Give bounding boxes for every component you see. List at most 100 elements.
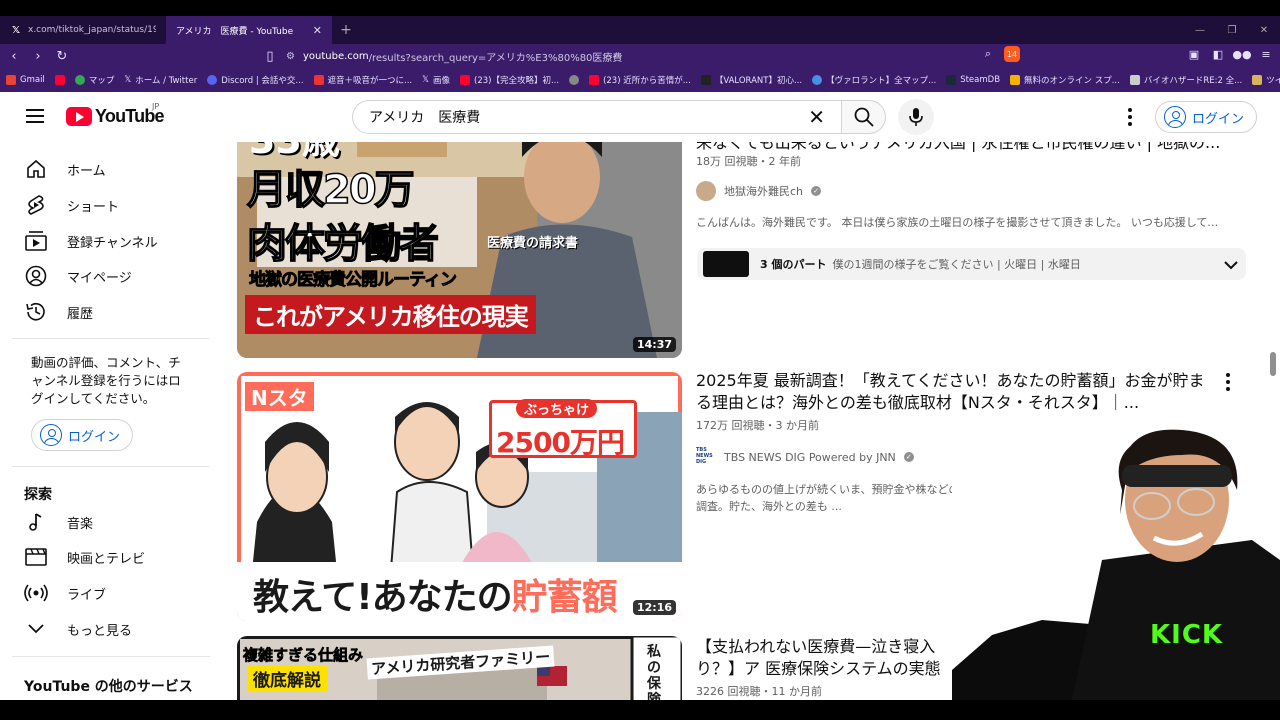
user-icon <box>40 424 62 446</box>
thumb-caption-b: 貯蓄額 <box>511 577 618 618</box>
sidebar-item-label: もっと見る <box>67 623 133 639</box>
bookmark-item[interactable]: 遮音＋吸音が一つに... <box>313 74 412 86</box>
youtube-logo[interactable]: YouTube JP <box>66 102 165 127</box>
clear-search-icon[interactable]: ✕ <box>808 105 825 129</box>
thumb-caption: 教えて!あなたの貯蓄額 <box>253 568 618 620</box>
video-thumbnail[interactable]: 33歳 月収20万 肉体労働者 医療費の請求書 地獄の医療費公開ルーティン これ… <box>237 117 682 358</box>
channel-name[interactable]: 地獄海外難民ch <box>724 183 803 199</box>
sidebar-item-label: ショート <box>67 199 120 215</box>
sidebar-icon[interactable]: ◧ <box>1210 46 1226 62</box>
sidebar-divider <box>12 656 210 657</box>
video-duration: 12:16 <box>632 600 676 615</box>
bookmark-item[interactable]: 𝕏 画像 <box>422 74 450 86</box>
channel-avatar[interactable]: TBS NEWS DIG <box>696 447 716 467</box>
bookmark-item[interactable]: Gmail <box>6 75 45 85</box>
bookmark-item[interactable]: 【ヴァロラント】全マップ... <box>812 74 936 86</box>
webcam-overlay: KICK <box>952 420 1280 700</box>
search-button[interactable] <box>842 100 886 134</box>
bookmark-label: ホーム / Twitter <box>135 76 198 86</box>
cast-icon[interactable]: ▣ <box>1186 46 1202 62</box>
forward-icon[interactable]: › <box>28 49 48 64</box>
toolbar-right: ⌕ 14 ▣ ◧ ●● ≡ <box>980 46 1274 62</box>
vpn-icon[interactable]: ●● <box>1232 46 1251 62</box>
bookmarks-bar: Gmail マップ 𝕏 ホーム / Twitter Discord | 会話や交.… <box>0 68 1280 92</box>
search-input[interactable]: アメリカ 医療費 ✕ <box>352 100 842 134</box>
discord-icon <box>207 75 218 85</box>
bookmark-folder[interactable]: ツイッチ関連 <box>1252 74 1280 86</box>
bookmark-item[interactable]: マップ <box>74 74 114 86</box>
restore-icon[interactable]: ❐ <box>1216 16 1248 44</box>
minimize-icon[interactable]: — <box>1184 16 1216 44</box>
bookmark-item[interactable]: (23) 近所から苦情が... <box>589 74 691 86</box>
sidebar-item-you[interactable]: マイページ <box>12 258 212 294</box>
login-button[interactable]: ログイン <box>1155 101 1258 133</box>
bookmark-item[interactable]: Discord | 会話や交... <box>207 74 304 86</box>
thumb-text-bill: 医療費の請求書 <box>487 236 579 251</box>
bookmark-item[interactable]: バイオハザードRE:2 全... <box>1129 74 1242 86</box>
sidebar-item-movies[interactable]: 映画とテレビ <box>12 539 212 575</box>
bookmark-item[interactable] <box>54 75 65 85</box>
bookmark-item[interactable]: 【VALORANT】初心... <box>700 74 803 86</box>
zoom-icon[interactable]: ⌕ <box>980 46 996 62</box>
video-thumbnail[interactable]: 複雑すぎる仕組み 徹底解説 アメリカ研究者ファミリー 私の保険プ <box>237 636 682 700</box>
bookmark-label: 【VALORANT】初心... <box>714 76 803 86</box>
steamdb-icon <box>946 75 957 85</box>
video-title[interactable]: 2025年夏 最新調査！「教えてください！あなたの貯蓄額」お金が貯まる理由とは？… <box>696 370 1206 414</box>
tab-youtube[interactable]: アメリカ 医療費 - YouTube ✕ <box>166 16 332 120</box>
hamburger-menu-icon[interactable] <box>26 109 44 123</box>
sidebar-item-shorts[interactable]: ショート <box>12 187 212 223</box>
bookmark-item[interactable] <box>569 75 580 85</box>
menu-icon[interactable]: ≡ <box>1258 46 1274 62</box>
video-title[interactable]: 【支払われない医療費—泣き寝入り？】ア 医療保険システムの実態を徹底解説 <box>696 636 956 680</box>
chevron-down-icon <box>24 617 48 641</box>
user-icon <box>1164 106 1186 128</box>
subscriptions-icon <box>24 229 48 253</box>
channel-row[interactable]: 地獄海外難民ch ✓ <box>696 181 1226 201</box>
brave-shields-icon[interactable]: 14 <box>1004 46 1020 62</box>
bookmark-label: 画像 <box>433 76 451 86</box>
tab-strip: 𝕏 x.com/tiktok_japan/status/1999063 アメリカ… <box>0 16 1280 120</box>
voice-search-button[interactable] <box>898 99 934 135</box>
video-thumbnail[interactable]: Nスタ TBS NEWS DIG ぶっちゃけ 2500万円 教えて!あなたの貯蓄… <box>237 372 682 621</box>
bookmark-icon[interactable]: ▯ <box>260 49 280 64</box>
sidebar-item-show-more[interactable]: もっと見る <box>12 611 212 647</box>
page-scrollbar[interactable] <box>1270 352 1276 376</box>
bookmark-item[interactable]: 𝕏 ホーム / Twitter <box>124 74 197 86</box>
tab-x-status[interactable]: 𝕏 x.com/tiktok_japan/status/1999063 <box>0 16 166 44</box>
back-icon[interactable]: ‹ <box>4 49 24 64</box>
close-window-icon[interactable]: ✕ <box>1248 16 1280 44</box>
channel-name[interactable]: TBS NEWS DIG Powered by JNN <box>724 451 896 464</box>
globe-icon <box>569 75 580 85</box>
chevron-down-icon[interactable] <box>1216 255 1246 274</box>
thumb-text-a: 複雑すぎる仕組み <box>243 646 364 665</box>
reload-icon[interactable]: ↻ <box>52 49 72 64</box>
sidebar-item-music[interactable]: 音楽 <box>12 504 212 540</box>
explore-heading: 探索 <box>24 487 52 503</box>
bookmark-item[interactable]: (23)【完全攻略】初... <box>460 74 559 86</box>
more-from-youtube-heading: YouTube の他のサービス <box>24 679 193 695</box>
sidebar-item-label: 履歴 <box>67 306 94 322</box>
tab-title: x.com/tiktok_japan/status/1999063 <box>28 25 156 35</box>
sidebar-item-live[interactable]: ライブ <box>12 575 212 611</box>
sidebar: ホーム ショート 登録チャンネル マイページ 履歴 動画の評価、コメント、チャン… <box>0 142 224 700</box>
verified-icon: ✓ <box>903 452 914 462</box>
chapters-bar[interactable]: 3 個のパート 僕の1週間の様子をご覧ください | 火曜日 | 水曜日 <box>697 248 1246 280</box>
site-info-icon[interactable]: ⚙ <box>286 51 295 62</box>
video-menu-icon[interactable] <box>1218 370 1238 394</box>
channel-avatar[interactable] <box>696 181 716 201</box>
sidebar-item-home[interactable]: ホーム <box>12 151 212 187</box>
new-tab-button[interactable]: + <box>332 16 360 44</box>
history-icon <box>24 300 48 324</box>
settings-menu-icon[interactable] <box>1120 105 1140 129</box>
sidebar-item-history[interactable]: 履歴 <box>12 294 212 330</box>
sidebar-item-subscriptions[interactable]: 登録チャンネル <box>12 223 212 259</box>
google-sheets-icon <box>1010 75 1021 85</box>
bookmark-item[interactable]: 無料のオンライン スプ... <box>1010 74 1120 86</box>
close-tab-icon[interactable]: ✕ <box>313 24 322 37</box>
region-code: JP <box>152 102 160 111</box>
toolbar-spacer <box>1028 46 1178 62</box>
bookmark-item[interactable]: SteamDB <box>946 75 1000 85</box>
login-prompt: 動画の評価、コメント、チャンネル登録を行うにはログインしてください。 <box>31 355 181 406</box>
sidebar-login-button[interactable]: ログイン <box>31 419 134 451</box>
address-bar[interactable]: ⚙ youtube.com /results?search_query=アメリカ… <box>286 46 1006 66</box>
